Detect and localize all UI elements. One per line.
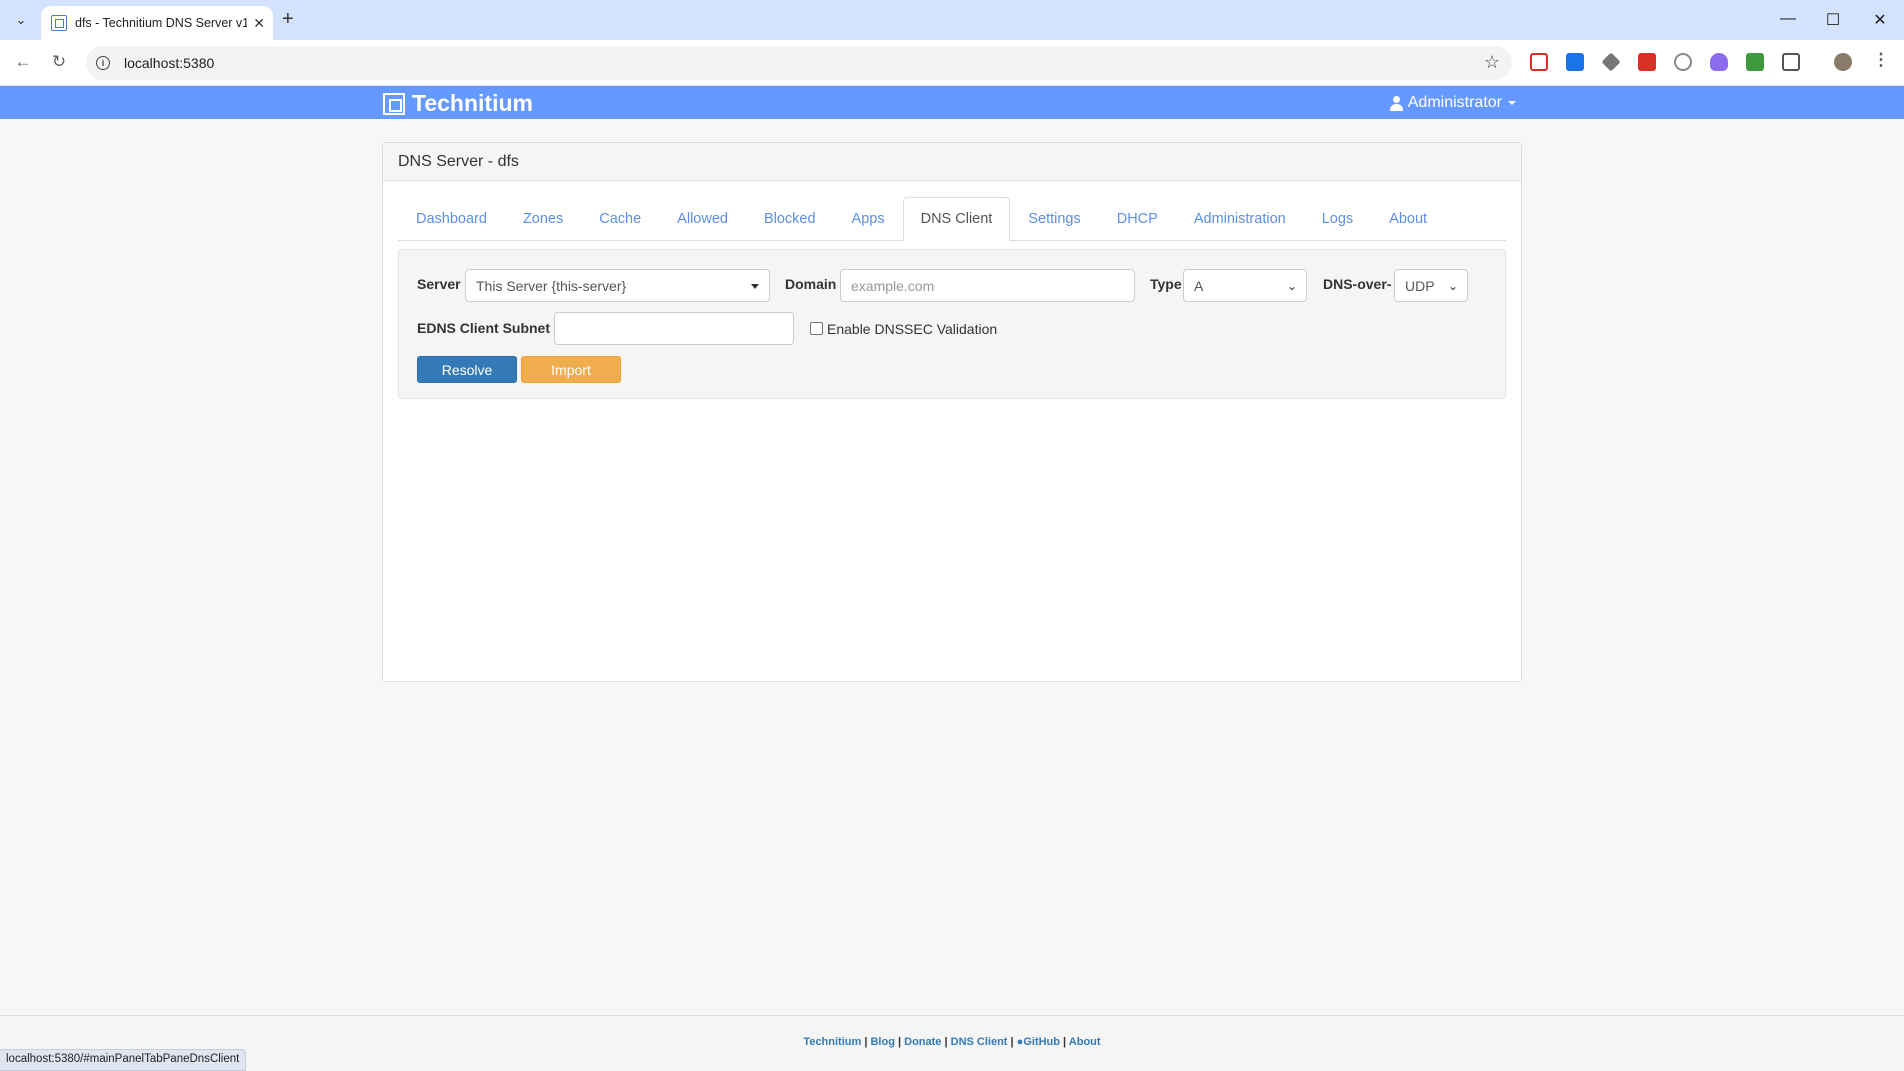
close-window-button[interactable]: ✕	[1870, 10, 1890, 30]
extension-diamond-icon[interactable]	[1601, 52, 1621, 72]
protocol-label: DNS-over-	[1323, 276, 1392, 292]
maximize-window-button[interactable]: ☐	[1823, 10, 1843, 30]
footer-link-donate[interactable]: Donate	[904, 1036, 941, 1048]
footer-link-blog[interactable]: Blog	[870, 1036, 894, 1048]
bookmark-star-icon[interactable]: ☆	[1484, 52, 1500, 73]
address-bar[interactable]: i localhost:5380 ☆	[86, 46, 1512, 80]
new-tab-button[interactable]: +	[282, 9, 294, 29]
extensions-puzzle-icon[interactable]	[1782, 53, 1800, 71]
brand-logo[interactable]: Technitium	[383, 90, 533, 117]
extension-blue-icon[interactable]	[1566, 53, 1584, 71]
tab-apps[interactable]: Apps	[834, 197, 903, 240]
domain-input[interactable]: example.com	[840, 269, 1135, 302]
browser-menu-icon[interactable]: ⋮	[1870, 50, 1892, 70]
domain-placeholder: example.com	[851, 277, 935, 294]
technitium-favicon-icon	[51, 15, 67, 31]
edns-client-subnet-input[interactable]	[554, 312, 794, 345]
brand-name: Technitium	[412, 90, 533, 116]
chevron-down-icon: ⌄	[1447, 279, 1458, 293]
footer-link-about[interactable]: About	[1069, 1036, 1101, 1048]
chevron-down-icon: ⌄	[1286, 279, 1297, 293]
dropdown-arrow-icon	[751, 284, 759, 289]
import-button[interactable]: Import	[521, 356, 621, 383]
page-footer: Technitium | Blog | Donate | DNS Client …	[0, 1015, 1904, 1071]
browser-tab-title: dfs - Technitium DNS Server v1	[75, 16, 248, 30]
tab-logs[interactable]: Logs	[1304, 197, 1371, 240]
caret-down-icon	[1508, 101, 1516, 105]
back-arrow-icon[interactable]: ←	[12, 52, 34, 72]
main-tabs: Dashboard Zones Cache Allowed Blocked Ap…	[398, 197, 1506, 241]
tab-search-button[interactable]: ⌄	[8, 9, 34, 31]
dnssec-validation-label[interactable]: Enable DNSSEC Validation	[827, 321, 997, 337]
browser-toolbar: ← ↻ i localhost:5380 ☆ ⋮	[0, 40, 1904, 86]
close-tab-icon[interactable]: ✕	[253, 15, 265, 32]
footer-link-github[interactable]: GitHub	[1023, 1036, 1060, 1048]
extension-circle-icon[interactable]	[1674, 53, 1692, 71]
minimize-window-button[interactable]: —	[1778, 10, 1798, 28]
dnssec-validation-checkbox[interactable]	[810, 322, 823, 335]
server-select[interactable]: This Server {this-server}	[465, 269, 770, 302]
site-info-icon[interactable]: i	[96, 56, 110, 70]
browser-tabstrip: ⌄ dfs - Technitium DNS Server v1 ✕ + — ☐…	[0, 0, 1904, 40]
tab-dns-client[interactable]: DNS Client	[902, 197, 1011, 241]
footer-links: Technitium | Blog | Donate | DNS Client …	[803, 1036, 1101, 1048]
technitium-logo-icon	[383, 92, 405, 115]
reload-icon[interactable]: ↻	[48, 52, 70, 72]
protocol-select-value: UDP	[1405, 277, 1435, 294]
extension-red-icon[interactable]	[1638, 53, 1656, 71]
main-panel: DNS Server - dfs Dashboard Zones Cache A…	[382, 142, 1522, 682]
tab-dashboard[interactable]: Dashboard	[398, 197, 505, 240]
edns-client-subnet-label: EDNS Client Subnet	[417, 320, 551, 336]
server-select-value: This Server {this-server}	[476, 277, 627, 294]
tab-dhcp[interactable]: DHCP	[1099, 197, 1176, 240]
extension-green-icon[interactable]	[1746, 53, 1764, 71]
user-name: Administrator	[1407, 94, 1502, 111]
extension-purple-icon[interactable]	[1710, 53, 1728, 71]
status-bar-url: localhost:5380/#mainPanelTabPaneDnsClien…	[0, 1049, 247, 1071]
type-label: Type	[1150, 276, 1182, 292]
tab-settings[interactable]: Settings	[1010, 197, 1098, 240]
user-menu-dropdown[interactable]: Administrator	[1389, 94, 1516, 112]
tab-zones[interactable]: Zones	[505, 197, 581, 240]
footer-link-dns-client[interactable]: DNS Client	[951, 1036, 1008, 1048]
address-url[interactable]: localhost:5380	[124, 55, 214, 71]
footer-link-technitium[interactable]: Technitium	[803, 1036, 861, 1048]
server-label: Server	[417, 276, 461, 292]
type-select-value: A	[1194, 277, 1204, 294]
protocol-select[interactable]: UDP ⌄	[1394, 269, 1468, 302]
resolve-button[interactable]: Resolve	[417, 356, 517, 383]
tab-cache[interactable]: Cache	[581, 197, 659, 240]
browser-tab[interactable]: dfs - Technitium DNS Server v1 ✕	[41, 6, 273, 40]
user-icon	[1389, 95, 1404, 111]
tab-blocked[interactable]: Blocked	[746, 197, 834, 240]
tab-allowed[interactable]: Allowed	[659, 197, 746, 240]
dns-client-form: Server This Server {this-server} Domain …	[398, 249, 1506, 399]
profile-avatar[interactable]	[1834, 53, 1852, 71]
app-header: Technitium Administrator	[0, 86, 1904, 119]
tab-about[interactable]: About	[1371, 197, 1445, 240]
type-select[interactable]: A ⌄	[1183, 269, 1307, 302]
panel-title: DNS Server - dfs	[383, 143, 1521, 181]
tab-administration[interactable]: Administration	[1176, 197, 1304, 240]
domain-label: Domain	[785, 276, 837, 292]
gmail-extension-icon[interactable]	[1530, 53, 1548, 71]
